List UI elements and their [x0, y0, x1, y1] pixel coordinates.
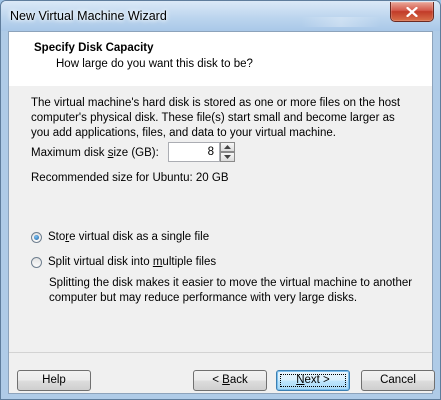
- single-file-option[interactable]: Store virtual disk as a single file: [31, 231, 209, 243]
- recommended-size-text: Recommended size for Ubuntu: 20 GB: [31, 172, 229, 184]
- arrow-up-icon: [224, 145, 231, 149]
- spin-up-button[interactable]: [220, 142, 235, 152]
- single-file-label: Store virtual disk as a single file: [48, 231, 210, 243]
- max-disk-size-label: Maximum disk size (GB):: [31, 147, 159, 159]
- split-files-label: Split virtual disk into multiple files: [48, 256, 217, 268]
- cancel-button[interactable]: Cancel: [361, 370, 435, 391]
- help-button[interactable]: Help: [17, 370, 91, 391]
- close-x-icon: [406, 6, 418, 17]
- single-file-radio[interactable]: [31, 231, 42, 243]
- wizard-window: New Virtual Machine Wizard Specify Disk …: [0, 0, 441, 400]
- close-button[interactable]: [390, 2, 434, 22]
- header-divider: [9, 85, 432, 86]
- page-subtitle: How large do you want this disk to be?: [56, 58, 253, 70]
- split-files-note: Splitting the disk makes it easier to mo…: [49, 277, 413, 304]
- footer-divider: [9, 352, 432, 353]
- next-button[interactable]: Next >: [276, 370, 350, 391]
- window-title: New Virtual Machine Wizard: [10, 9, 167, 23]
- title-bar[interactable]: New Virtual Machine Wizard: [1, 1, 440, 31]
- page-title: Specify Disk Capacity: [34, 42, 154, 54]
- wizard-client-area: Specify Disk Capacity How large do you w…: [8, 31, 435, 394]
- disk-size-spinner: [220, 142, 235, 162]
- split-files-option[interactable]: Split virtual disk into multiple files: [31, 256, 216, 268]
- arrow-down-icon: [224, 155, 231, 159]
- split-files-radio[interactable]: [31, 256, 42, 268]
- spin-down-button[interactable]: [220, 152, 235, 162]
- wizard-header: Specify Disk Capacity How large do you w…: [9, 32, 432, 86]
- disk-description: The virtual machine's hard disk is store…: [31, 97, 401, 139]
- back-button[interactable]: < Back: [193, 370, 267, 391]
- focus-rectangle: [280, 374, 346, 387]
- background-glow: [301, 17, 381, 27]
- max-disk-size-input[interactable]: 8: [168, 142, 220, 162]
